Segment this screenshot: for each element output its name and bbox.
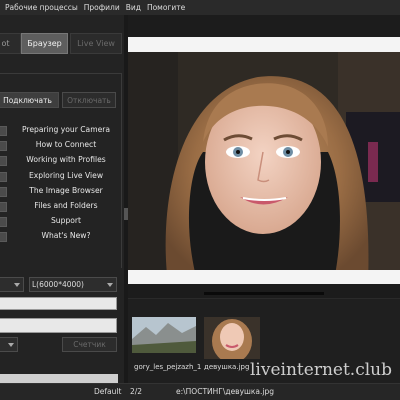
thumbnail-label: gory_les_pejzazh_1 [134, 363, 202, 371]
connect-button[interactable]: Подключать [0, 92, 59, 108]
chevron-down-icon [107, 283, 113, 287]
chevron-down-icon [8, 343, 14, 347]
tab-browser[interactable]: Браузер [21, 33, 68, 54]
left-panel: ot Браузер Live View Подключать Отключат… [0, 15, 125, 385]
list-item[interactable]: Exploring Live View [0, 170, 122, 185]
menu-view[interactable]: Вид [123, 3, 144, 12]
thumbnail-portrait[interactable] [204, 317, 260, 359]
resolution-select[interactable]: L(6000*4000) [29, 277, 117, 292]
menu-bar: Рабочие процессы Профили Вид Помогите [0, 0, 400, 15]
disconnect-button[interactable]: Отключать [62, 92, 116, 108]
menu-workflows[interactable]: Рабочие процессы [2, 3, 81, 12]
setting-select[interactable] [0, 337, 18, 352]
status-profile: Default [94, 387, 122, 396]
tab-capture[interactable]: ot [0, 33, 21, 54]
topic-icon [0, 156, 7, 167]
watermark: liveinternet.club [250, 360, 392, 380]
counter-button[interactable]: Счетчик [62, 337, 117, 352]
portrait-image [128, 52, 400, 284]
setting-select[interactable] [0, 277, 24, 292]
scroll-track[interactable] [204, 292, 324, 295]
list-item[interactable]: Files and Folders [0, 200, 122, 215]
help-topic-label[interactable]: Exploring Live View [10, 171, 122, 180]
help-topic-label[interactable]: How to Connect [10, 140, 122, 149]
help-topic-label[interactable]: The Image Browser [10, 186, 122, 195]
help-topic-label[interactable]: Working with Profiles [10, 155, 122, 164]
list-item[interactable]: How to Connect [0, 139, 122, 154]
status-bar: Default 2/2 е:\ПОСТИНГ\девушка.jpg [0, 383, 400, 400]
topic-icon [0, 201, 7, 212]
resolution-value: L(6000*4000) [32, 280, 84, 289]
mode-tabs: ot Браузер Live View [0, 33, 125, 55]
text-field[interactable] [0, 297, 117, 310]
camera-panel: Подключать Отключать Preparing your Came… [0, 73, 122, 268]
image-preview[interactable] [128, 52, 400, 284]
help-topic-label[interactable]: Preparing your Camera [10, 125, 122, 134]
preview-area: gory_les_pejzazh_1 девушка.jpg [128, 15, 400, 383]
help-topic-label[interactable]: What's New? [10, 231, 122, 240]
topic-icon [0, 126, 7, 136]
preview-background [128, 270, 400, 284]
topic-icon [0, 186, 7, 197]
topic-icon [0, 217, 7, 228]
status-count: 2/2 [130, 387, 143, 396]
list-item[interactable]: Preparing your Camera [0, 124, 122, 139]
menu-profiles[interactable]: Профили [81, 3, 123, 12]
thumbnail-label: девушка.jpg [204, 363, 250, 371]
list-item[interactable]: What's New? [0, 230, 122, 245]
thumbnail-landscape[interactable] [132, 317, 196, 353]
topic-icon [0, 141, 7, 152]
tab-live-view[interactable]: Live View [70, 33, 122, 54]
status-path: е:\ПОСТИНГ\девушка.jpg [176, 387, 275, 396]
help-topic-label[interactable]: Files and Folders [10, 201, 122, 210]
topic-icon [0, 232, 7, 243]
list-item[interactable]: Support [0, 215, 122, 230]
topic-icon [0, 171, 7, 182]
text-field[interactable] [0, 318, 117, 333]
list-item[interactable]: Working with Profiles [0, 154, 122, 169]
menu-help[interactable]: Помогите [144, 3, 188, 12]
help-topic-label[interactable]: Support [10, 216, 122, 225]
list-item[interactable]: The Image Browser [0, 185, 122, 200]
help-topics-list: Preparing your Camera How to Connect Wor… [0, 124, 122, 246]
chevron-down-icon [14, 283, 20, 287]
